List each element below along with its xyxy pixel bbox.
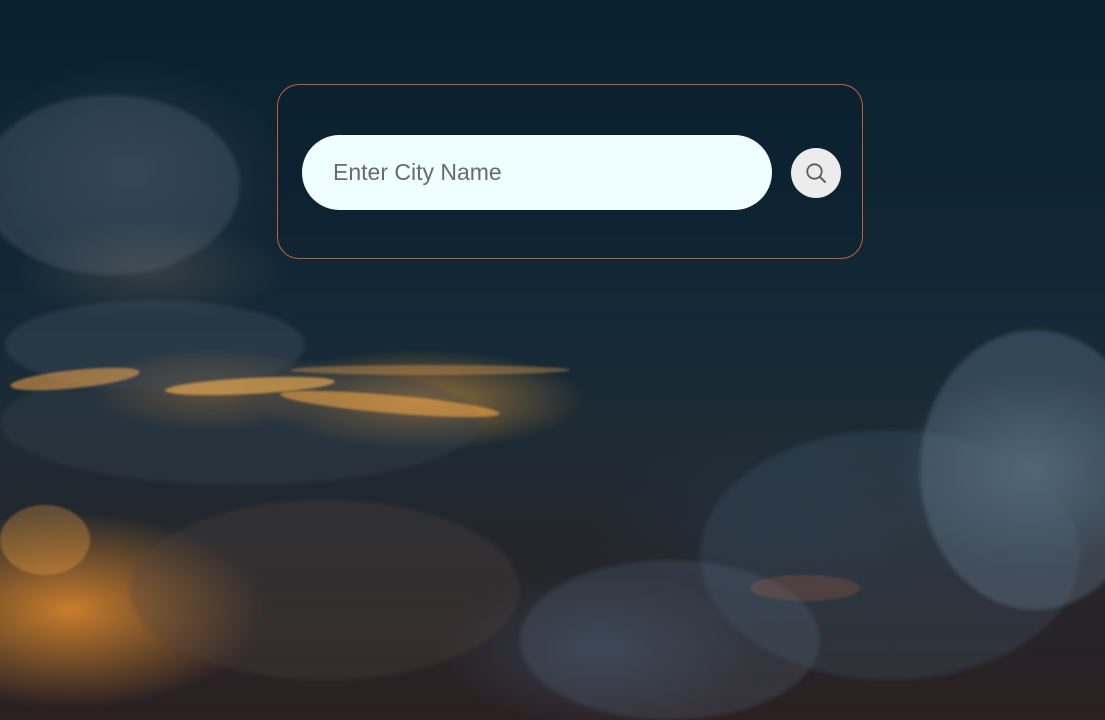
search-icon — [806, 163, 826, 183]
sunlit-cloud-edge — [0, 505, 90, 575]
weather-search-screen — [0, 0, 1105, 720]
search-panel — [277, 84, 863, 259]
sunlit-cloud-edge — [290, 365, 570, 375]
background-cloud — [130, 500, 520, 680]
sunlit-cloud-edge — [750, 575, 860, 601]
search-input[interactable] — [302, 135, 772, 210]
search-button[interactable] — [791, 148, 841, 198]
background-cloud — [0, 95, 240, 275]
